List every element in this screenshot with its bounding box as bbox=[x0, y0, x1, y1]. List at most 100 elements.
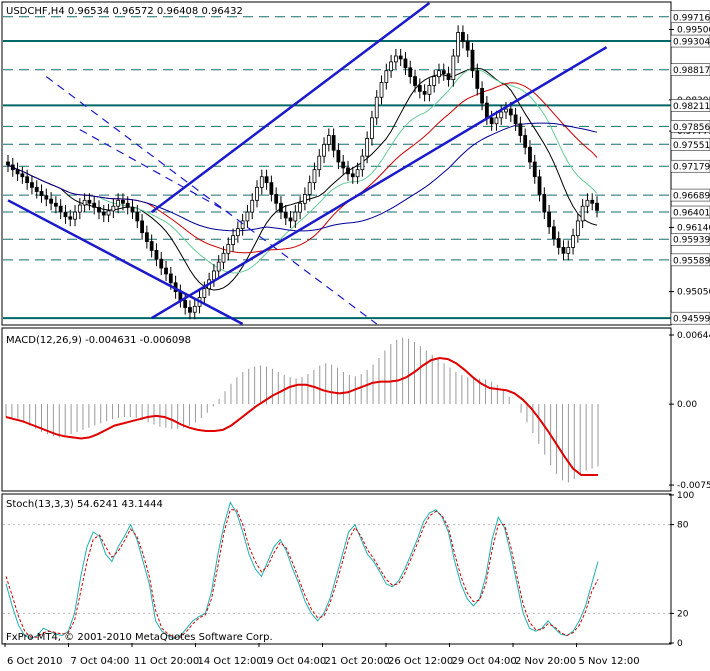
candle-body bbox=[556, 238, 561, 248]
level-label: 0.96689 bbox=[673, 192, 710, 202]
candle-body bbox=[374, 96, 379, 119]
candle-body bbox=[365, 138, 370, 157]
candle-body bbox=[379, 82, 384, 98]
candle-body bbox=[489, 117, 494, 125]
x-tick-label: 7 Oct 04:00 bbox=[71, 656, 130, 667]
candle-body bbox=[542, 194, 547, 213]
candle-body bbox=[154, 249, 159, 260]
candle-body bbox=[44, 195, 49, 200]
candle-body bbox=[25, 176, 30, 184]
level-label: 0.94599 bbox=[673, 315, 710, 325]
candle-body bbox=[528, 146, 532, 163]
candle-body bbox=[164, 267, 168, 275]
candle-body bbox=[111, 205, 116, 212]
candle-body bbox=[140, 220, 144, 234]
candle-body bbox=[121, 199, 125, 204]
stoch-tick-label: 20 bbox=[677, 609, 689, 619]
candle-body bbox=[255, 186, 259, 201]
candle-body bbox=[432, 76, 437, 86]
candle-body bbox=[585, 199, 590, 207]
candle-body bbox=[63, 211, 68, 218]
candle-body bbox=[68, 216, 73, 220]
candle-body bbox=[77, 204, 82, 213]
candle-body bbox=[39, 191, 44, 197]
candle-body bbox=[422, 90, 427, 95]
candle-body bbox=[322, 143, 326, 157]
candle-body bbox=[575, 220, 580, 237]
candle-body bbox=[231, 235, 235, 245]
candle-body bbox=[245, 211, 250, 222]
candle-body bbox=[226, 244, 231, 254]
candle-body bbox=[283, 211, 288, 219]
candle-body bbox=[87, 199, 92, 204]
candle-body bbox=[188, 307, 192, 313]
candle-body bbox=[398, 55, 403, 60]
level-label: 0.98211 bbox=[673, 102, 710, 112]
candle-body bbox=[221, 252, 226, 263]
x-tick-label: 11 Oct 20:00 bbox=[134, 656, 199, 667]
candle-body bbox=[389, 61, 393, 72]
candle-body bbox=[130, 206, 135, 213]
candle-body bbox=[274, 194, 279, 204]
candle-body bbox=[15, 169, 20, 175]
candle-body bbox=[312, 169, 317, 184]
candle-body bbox=[427, 85, 432, 95]
level-label: 0.97551 bbox=[673, 141, 710, 151]
candle-body bbox=[465, 40, 470, 51]
macd-tick-label: -0.00754 bbox=[677, 481, 710, 491]
x-tick-label: 26 Oct 12:00 bbox=[388, 656, 453, 667]
candle-body bbox=[58, 205, 63, 213]
copyright-text: FxPro MT4, © 2001-2010 MetaQuotes Softwa… bbox=[6, 632, 273, 643]
level-label: 0.99716 bbox=[673, 13, 710, 23]
candle-body bbox=[34, 186, 39, 192]
candle-body bbox=[461, 32, 465, 42]
candle-body bbox=[504, 108, 508, 113]
candle-body bbox=[250, 199, 255, 213]
candle-body bbox=[441, 70, 446, 75]
candle-body bbox=[480, 88, 484, 104]
candle-body bbox=[92, 202, 97, 208]
candle-body bbox=[446, 73, 451, 80]
candle-body bbox=[346, 167, 350, 175]
price-title: USDCHF,H4 0.96534 0.96572 0.96408 0.9643… bbox=[6, 6, 243, 17]
candle-body bbox=[192, 305, 197, 313]
macd-tick-label: 0.00644 bbox=[677, 331, 710, 341]
candle-body bbox=[125, 202, 130, 208]
candle-body bbox=[355, 169, 360, 178]
x-tick-label: 5 Nov 12:00 bbox=[579, 656, 640, 667]
candle-body bbox=[547, 211, 552, 228]
candle-body bbox=[484, 102, 489, 119]
candle-body bbox=[437, 70, 441, 78]
candle-body bbox=[508, 108, 513, 116]
candle-body bbox=[288, 217, 293, 222]
candle-body bbox=[360, 155, 365, 171]
candle-body bbox=[537, 176, 542, 195]
candle-body bbox=[350, 173, 355, 178]
x-tick-label: 19 Oct 04:00 bbox=[261, 656, 326, 667]
candle-body bbox=[279, 202, 283, 213]
candle-body bbox=[30, 182, 34, 188]
level-label: 0.98817 bbox=[673, 66, 710, 76]
x-tick-label: 29 Oct 04:00 bbox=[452, 656, 517, 667]
candle-body bbox=[341, 161, 346, 169]
price-tick-label: 0.95050 bbox=[677, 288, 710, 298]
candle-body bbox=[82, 199, 87, 206]
candle-body bbox=[302, 194, 307, 204]
macd-title: MACD(12,26,9) -0.004631 -0.006098 bbox=[6, 335, 191, 346]
candle-body bbox=[552, 226, 556, 239]
candle-body bbox=[408, 67, 413, 78]
x-tick-label: 2 Nov 20:00 bbox=[515, 656, 576, 667]
candle-body bbox=[370, 117, 374, 139]
level-label: 0.99304 bbox=[673, 38, 710, 48]
candle-body bbox=[259, 176, 264, 188]
candle-body bbox=[413, 76, 417, 86]
candle-body bbox=[499, 111, 504, 119]
candle-body bbox=[580, 205, 585, 222]
candle-body bbox=[417, 85, 422, 92]
candle-body bbox=[235, 228, 240, 237]
candle-body bbox=[183, 300, 188, 308]
candle-body bbox=[571, 235, 575, 248]
candle-body bbox=[326, 135, 331, 145]
candle-body bbox=[470, 49, 475, 72]
candle-body bbox=[513, 114, 518, 125]
